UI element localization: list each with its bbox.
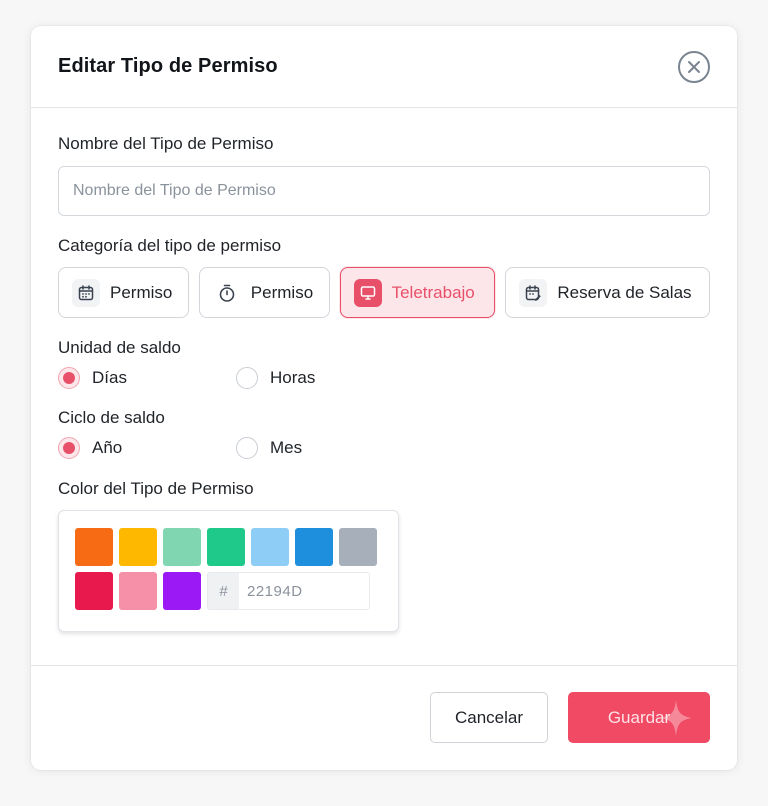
category-label: Categoría del tipo de permiso xyxy=(58,236,282,255)
category-option-label: Permiso xyxy=(110,282,173,302)
radio-ano[interactable]: Año xyxy=(58,437,236,459)
radio-indicator xyxy=(58,437,80,459)
leave-type-name-input[interactable] xyxy=(58,166,710,216)
name-field-label: Nombre del Tipo de Permiso xyxy=(58,134,274,153)
sparkle-icon xyxy=(660,700,692,736)
cancel-button[interactable]: Cancelar xyxy=(430,692,548,743)
close-button[interactable] xyxy=(678,50,710,83)
hex-color-field: # xyxy=(207,572,370,610)
hex-color-input[interactable] xyxy=(239,573,369,609)
monitor-icon xyxy=(353,278,382,307)
swatch-row: # xyxy=(75,572,382,610)
stopwatch-icon xyxy=(213,279,241,307)
balance-cycle-options: Año Mes xyxy=(58,437,710,459)
category-option-label: Teletrabajo xyxy=(391,282,475,302)
close-icon xyxy=(688,60,700,73)
color-swatch-light-blue[interactable] xyxy=(251,528,289,566)
category-option-teletrabajo[interactable]: Teletrabajo xyxy=(339,267,496,318)
color-swatch-purple[interactable] xyxy=(163,572,201,610)
radio-label: Mes xyxy=(270,438,303,457)
color-label: Color del Tipo de Permiso xyxy=(58,479,254,498)
hex-prefix: # xyxy=(208,573,239,609)
category-options: Permiso Permiso Teletrabajo Reserva de S… xyxy=(58,267,710,318)
color-swatch-yellow[interactable] xyxy=(119,528,157,566)
radio-dias[interactable]: Días xyxy=(58,367,236,389)
balance-cycle-label: Ciclo de saldo xyxy=(58,408,165,427)
color-swatch-gray[interactable] xyxy=(339,528,377,566)
radio-label: Horas xyxy=(270,368,316,387)
category-option-permiso-stopwatch[interactable]: Permiso xyxy=(198,267,330,318)
calendar-icon xyxy=(72,278,100,307)
color-swatch-red[interactable] xyxy=(75,572,113,610)
save-button[interactable]: Guardar xyxy=(568,692,710,743)
radio-horas[interactable]: Horas xyxy=(236,367,315,389)
color-swatch-green[interactable] xyxy=(207,528,245,566)
swatch-row xyxy=(75,528,382,566)
balance-unit-options: Días Horas xyxy=(58,367,710,389)
radio-indicator xyxy=(236,367,258,389)
radio-indicator xyxy=(58,367,80,389)
category-option-reserva-salas[interactable]: Reserva de Salas xyxy=(505,267,710,318)
color-swatch-orange[interactable] xyxy=(75,528,113,566)
color-picker: # xyxy=(58,510,399,632)
category-option-label: Permiso xyxy=(250,282,314,302)
color-swatch-blue[interactable] xyxy=(295,528,333,566)
radio-label: Días xyxy=(92,368,127,387)
modal-header: Editar Tipo de Permiso xyxy=(31,26,737,108)
radio-label: Año xyxy=(92,438,123,457)
balance-unit-label: Unidad de saldo xyxy=(58,338,181,357)
modal-title: Editar Tipo de Permiso xyxy=(58,55,278,77)
edit-leave-type-modal: Editar Tipo de Permiso Nombre del Tipo d… xyxy=(31,26,737,770)
category-option-permiso-calendar[interactable]: Permiso xyxy=(58,267,189,318)
color-swatch-mint[interactable] xyxy=(163,528,201,566)
radio-mes[interactable]: Mes xyxy=(236,437,302,459)
calendar-edit-icon xyxy=(519,278,548,307)
modal-body: Nombre del Tipo de Permiso Categoría del… xyxy=(31,108,737,632)
category-option-label: Reserva de Salas xyxy=(557,282,692,302)
footer-divider xyxy=(31,665,737,666)
radio-indicator xyxy=(236,437,258,459)
color-swatch-pink[interactable] xyxy=(119,572,157,610)
